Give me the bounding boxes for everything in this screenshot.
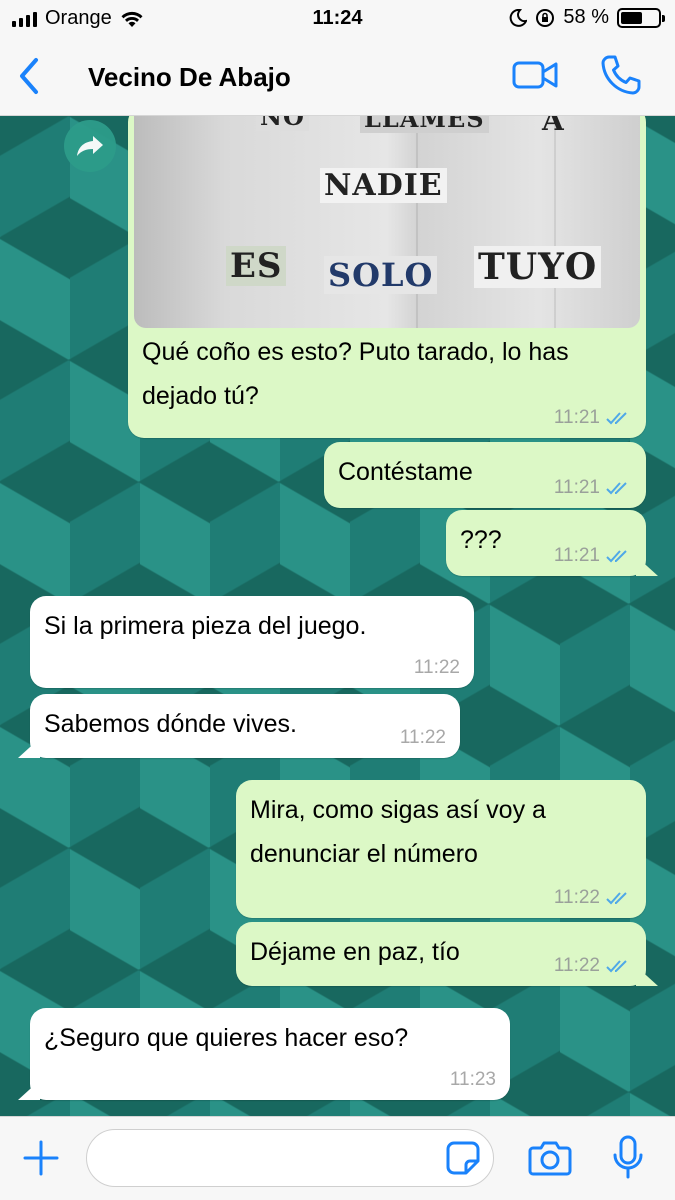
contact-name[interactable]: Vecino De Abajo [88, 62, 291, 93]
photo-word: TUYO [474, 246, 602, 288]
status-bar: Orange 11:24 58 % [0, 0, 675, 38]
message-time: 11:23 [449, 1069, 496, 1090]
message-time: 11:21 [553, 545, 600, 566]
message-time: 11:21 [553, 407, 600, 428]
message-meta: 11:21 [554, 478, 632, 498]
battery-level [621, 11, 642, 24]
battery-icon [617, 7, 665, 28]
message-meta: 11:22 [400, 728, 446, 748]
message-time: 11:22 [553, 887, 600, 908]
message-meta: 11:21 [554, 408, 632, 428]
message-time: 11:22 [399, 727, 446, 748]
message-meta: 11:21 [554, 546, 632, 566]
message-input-wrapper [86, 1129, 494, 1187]
phone-icon[interactable] [600, 54, 642, 96]
forward-arrow-icon [77, 136, 103, 156]
microphone-icon[interactable] [612, 1135, 644, 1181]
message-bubble-incoming[interactable]: ¿Seguro que quieres hacer eso? 11:23 [30, 1008, 510, 1100]
message-text: Qué coño es esto? Puto tarado, lo has de… [142, 338, 569, 410]
message-text: Mira, como sigas así voy a denunciar el … [250, 796, 546, 868]
plus-icon[interactable] [22, 1139, 60, 1177]
rotation-lock-icon [536, 8, 555, 27]
message-bubble-outgoing[interactable]: Mira, como sigas así voy a denunciar el … [236, 780, 646, 918]
double-check-icon [606, 482, 627, 495]
message-meta: 11:22 [554, 956, 632, 976]
message-time: 11:22 [553, 955, 600, 976]
message-text: Sabemos dónde vives. [44, 710, 297, 738]
message-bubble-outgoing[interactable]: Contéstame 11:21 [324, 442, 646, 508]
photo-word: LLAMES [360, 116, 489, 133]
message-meta: 11:22 [554, 888, 632, 908]
video-camera-icon[interactable] [512, 58, 558, 92]
message-bubble-incoming[interactable]: Si la primera pieza del juego. 11:22 [30, 596, 474, 688]
image-message[interactable]: NO LLAMES A NADIE ES SOLO TUYO Qué coño … [128, 116, 646, 438]
moon-icon [510, 8, 528, 27]
message-text: Si la primera pieza del juego. [44, 612, 367, 640]
chevron-left-icon[interactable] [14, 54, 44, 98]
chat-area[interactable]: NO LLAMES A NADIE ES SOLO TUYO Qué coño … [0, 116, 675, 1116]
double-check-icon [606, 960, 627, 973]
photo-word: A [542, 116, 565, 137]
double-check-icon [606, 892, 627, 905]
battery-percent: 58 % [563, 6, 609, 28]
forward-button[interactable] [64, 120, 116, 172]
message-meta: 11:22 [414, 658, 460, 678]
photo-word: NADIE [320, 168, 447, 203]
message-input[interactable] [105, 1130, 445, 1184]
double-check-icon [606, 412, 627, 425]
sticker-icon[interactable] [446, 1141, 480, 1175]
message-text: ¿Seguro que quieres hacer eso? [44, 1024, 409, 1052]
photo-word: NO [256, 116, 309, 131]
message-time: 11:21 [553, 477, 600, 498]
message-photo[interactable]: NO LLAMES A NADIE ES SOLO TUYO [134, 116, 640, 328]
message-time: 11:22 [413, 657, 460, 678]
composer-bar [0, 1116, 675, 1200]
camera-icon[interactable] [528, 1139, 572, 1177]
message-bubble-incoming[interactable]: Sabemos dónde vives. 11:22 [30, 694, 460, 758]
double-check-icon [606, 550, 627, 563]
message-bubble-outgoing[interactable]: Déjame en paz, tío 11:22 [236, 922, 646, 986]
chat-header: Vecino De Abajo [0, 38, 675, 116]
message-meta: 11:23 [450, 1070, 496, 1090]
message-bubble-outgoing[interactable]: ??? 11:21 [446, 510, 646, 576]
photo-word: ES [226, 246, 287, 286]
photo-word: SOLO [324, 256, 438, 294]
